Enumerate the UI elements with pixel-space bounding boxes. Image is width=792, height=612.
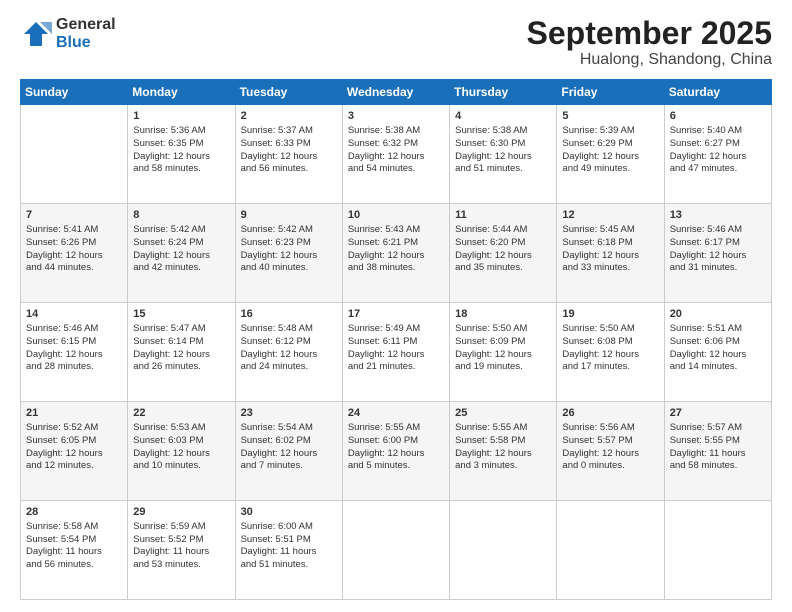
table-row xyxy=(557,501,664,600)
day-number: 27 xyxy=(670,406,766,421)
day-number: 2 xyxy=(241,109,337,124)
header: General Blue September 2025 Hualong, Sha… xyxy=(20,16,772,69)
page: General Blue September 2025 Hualong, Sha… xyxy=(0,0,792,612)
calendar-header-row: Sunday Monday Tuesday Wednesday Thursday… xyxy=(21,80,772,105)
day-number: 29 xyxy=(133,505,229,520)
day-number: 1 xyxy=(133,109,229,124)
header-monday: Monday xyxy=(128,80,235,105)
calendar-week-row: 28Sunrise: 5:58 AMSunset: 5:54 PMDayligh… xyxy=(21,501,772,600)
day-number: 7 xyxy=(26,208,122,223)
day-number: 28 xyxy=(26,505,122,520)
day-number: 25 xyxy=(455,406,551,421)
table-row: 20Sunrise: 5:51 AMSunset: 6:06 PMDayligh… xyxy=(664,303,771,402)
calendar-table: Sunday Monday Tuesday Wednesday Thursday… xyxy=(20,79,772,600)
logo: General Blue xyxy=(20,16,116,51)
table-row xyxy=(21,105,128,204)
table-row: 30Sunrise: 6:00 AMSunset: 5:51 PMDayligh… xyxy=(235,501,342,600)
day-number: 12 xyxy=(562,208,658,223)
table-row: 24Sunrise: 5:55 AMSunset: 6:00 PMDayligh… xyxy=(342,402,449,501)
day-number: 18 xyxy=(455,307,551,322)
day-number: 14 xyxy=(26,307,122,322)
table-row: 14Sunrise: 5:46 AMSunset: 6:15 PMDayligh… xyxy=(21,303,128,402)
header-friday: Friday xyxy=(557,80,664,105)
header-tuesday: Tuesday xyxy=(235,80,342,105)
subtitle: Hualong, Shandong, China xyxy=(527,51,772,69)
calendar-week-row: 1Sunrise: 5:36 AMSunset: 6:35 PMDaylight… xyxy=(21,105,772,204)
day-number: 21 xyxy=(26,406,122,421)
table-row: 9Sunrise: 5:42 AMSunset: 6:23 PMDaylight… xyxy=(235,204,342,303)
day-number: 30 xyxy=(241,505,337,520)
header-sunday: Sunday xyxy=(21,80,128,105)
header-wednesday: Wednesday xyxy=(342,80,449,105)
day-number: 6 xyxy=(670,109,766,124)
table-row: 27Sunrise: 5:57 AMSunset: 5:55 PMDayligh… xyxy=(664,402,771,501)
day-number: 9 xyxy=(241,208,337,223)
table-row: 28Sunrise: 5:58 AMSunset: 5:54 PMDayligh… xyxy=(21,501,128,600)
day-number: 23 xyxy=(241,406,337,421)
day-number: 22 xyxy=(133,406,229,421)
day-number: 4 xyxy=(455,109,551,124)
table-row: 23Sunrise: 5:54 AMSunset: 6:02 PMDayligh… xyxy=(235,402,342,501)
day-number: 20 xyxy=(670,307,766,322)
table-row: 26Sunrise: 5:56 AMSunset: 5:57 PMDayligh… xyxy=(557,402,664,501)
day-number: 8 xyxy=(133,208,229,223)
table-row: 21Sunrise: 5:52 AMSunset: 6:05 PMDayligh… xyxy=(21,402,128,501)
table-row: 7Sunrise: 5:41 AMSunset: 6:26 PMDaylight… xyxy=(21,204,128,303)
table-row: 19Sunrise: 5:50 AMSunset: 6:08 PMDayligh… xyxy=(557,303,664,402)
header-saturday: Saturday xyxy=(664,80,771,105)
table-row: 18Sunrise: 5:50 AMSunset: 6:09 PMDayligh… xyxy=(450,303,557,402)
table-row: 4Sunrise: 5:38 AMSunset: 6:30 PMDaylight… xyxy=(450,105,557,204)
table-row: 29Sunrise: 5:59 AMSunset: 5:52 PMDayligh… xyxy=(128,501,235,600)
table-row: 13Sunrise: 5:46 AMSunset: 6:17 PMDayligh… xyxy=(664,204,771,303)
day-number: 24 xyxy=(348,406,444,421)
logo-icon xyxy=(20,18,52,50)
table-row: 16Sunrise: 5:48 AMSunset: 6:12 PMDayligh… xyxy=(235,303,342,402)
table-row xyxy=(342,501,449,600)
table-row: 5Sunrise: 5:39 AMSunset: 6:29 PMDaylight… xyxy=(557,105,664,204)
day-number: 5 xyxy=(562,109,658,124)
table-row: 22Sunrise: 5:53 AMSunset: 6:03 PMDayligh… xyxy=(128,402,235,501)
logo-blue: Blue xyxy=(56,34,116,52)
month-title: September 2025 xyxy=(527,16,772,51)
table-row: 10Sunrise: 5:43 AMSunset: 6:21 PMDayligh… xyxy=(342,204,449,303)
table-row: 25Sunrise: 5:55 AMSunset: 5:58 PMDayligh… xyxy=(450,402,557,501)
table-row xyxy=(450,501,557,600)
table-row: 8Sunrise: 5:42 AMSunset: 6:24 PMDaylight… xyxy=(128,204,235,303)
day-number: 3 xyxy=(348,109,444,124)
calendar-week-row: 14Sunrise: 5:46 AMSunset: 6:15 PMDayligh… xyxy=(21,303,772,402)
table-row: 15Sunrise: 5:47 AMSunset: 6:14 PMDayligh… xyxy=(128,303,235,402)
calendar-week-row: 21Sunrise: 5:52 AMSunset: 6:05 PMDayligh… xyxy=(21,402,772,501)
table-row: 3Sunrise: 5:38 AMSunset: 6:32 PMDaylight… xyxy=(342,105,449,204)
table-row: 17Sunrise: 5:49 AMSunset: 6:11 PMDayligh… xyxy=(342,303,449,402)
table-row: 12Sunrise: 5:45 AMSunset: 6:18 PMDayligh… xyxy=(557,204,664,303)
day-number: 15 xyxy=(133,307,229,322)
table-row: 11Sunrise: 5:44 AMSunset: 6:20 PMDayligh… xyxy=(450,204,557,303)
header-thursday: Thursday xyxy=(450,80,557,105)
day-number: 10 xyxy=(348,208,444,223)
day-number: 17 xyxy=(348,307,444,322)
day-number: 19 xyxy=(562,307,658,322)
day-number: 26 xyxy=(562,406,658,421)
day-number: 11 xyxy=(455,208,551,223)
table-row: 1Sunrise: 5:36 AMSunset: 6:35 PMDaylight… xyxy=(128,105,235,204)
table-row: 2Sunrise: 5:37 AMSunset: 6:33 PMDaylight… xyxy=(235,105,342,204)
calendar-week-row: 7Sunrise: 5:41 AMSunset: 6:26 PMDaylight… xyxy=(21,204,772,303)
day-number: 16 xyxy=(241,307,337,322)
table-row xyxy=(664,501,771,600)
title-block: September 2025 Hualong, Shandong, China xyxy=(527,16,772,69)
logo-general: General xyxy=(56,16,116,34)
logo-text: General Blue xyxy=(56,16,116,51)
day-number: 13 xyxy=(670,208,766,223)
table-row: 6Sunrise: 5:40 AMSunset: 6:27 PMDaylight… xyxy=(664,105,771,204)
